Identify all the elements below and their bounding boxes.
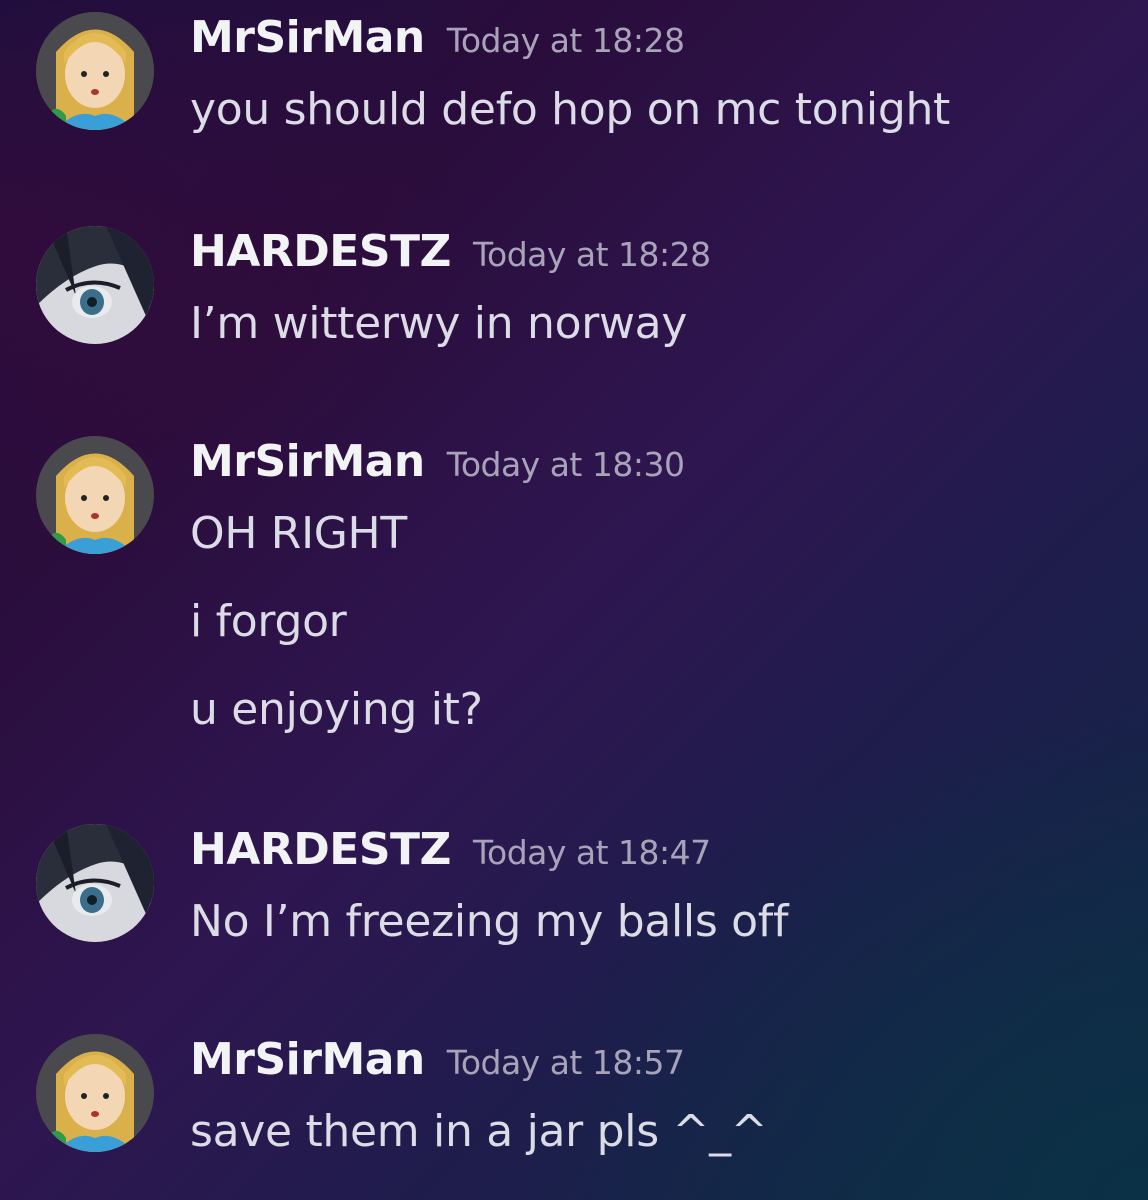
blonde-girl-avatar-icon [36,12,154,130]
dark-hair-anime-avatar-icon [36,226,154,344]
dark-hair-anime-avatar-icon [36,824,154,942]
message-text: i forgor [190,596,347,647]
chat-message-list: MrSirMan Today at 18:28 you should defo h… [0,0,1148,1200]
message-header: MrSirMan Today at 18:28 [190,12,685,63]
username[interactable]: MrSirMan [190,436,425,487]
message-header: MrSirMan Today at 18:30 [190,436,685,487]
message-text: save them in a jar pls ^_^ [190,1106,768,1157]
message-text: No I’m freezing my balls off [190,896,789,947]
message-header: MrSirMan Today at 18:57 [190,1034,685,1085]
avatar[interactable] [36,824,154,942]
avatar[interactable] [36,226,154,344]
avatar[interactable] [36,12,154,130]
timestamp: Today at 18:47 [472,833,711,872]
avatar[interactable] [36,436,154,554]
username[interactable]: MrSirMan [190,1034,425,1085]
message-text: OH RIGHT [190,508,407,559]
message-text: I’m witterwy in norway [190,298,688,349]
message-text: you should defo hop on mc tonight [190,84,950,135]
timestamp: Today at 18:28 [446,21,685,60]
message-header: HARDESTZ Today at 18:47 [190,824,711,875]
username[interactable]: HARDESTZ [190,824,451,875]
timestamp: Today at 18:28 [472,235,711,274]
blonde-girl-avatar-icon [36,1034,154,1152]
username[interactable]: HARDESTZ [190,226,451,277]
message-header: HARDESTZ Today at 18:28 [190,226,711,277]
blonde-girl-avatar-icon [36,436,154,554]
timestamp: Today at 18:30 [446,445,685,484]
avatar[interactable] [36,1034,154,1152]
message-text: u enjoying it? [190,684,483,735]
username[interactable]: MrSirMan [190,12,425,63]
timestamp: Today at 18:57 [446,1043,685,1082]
